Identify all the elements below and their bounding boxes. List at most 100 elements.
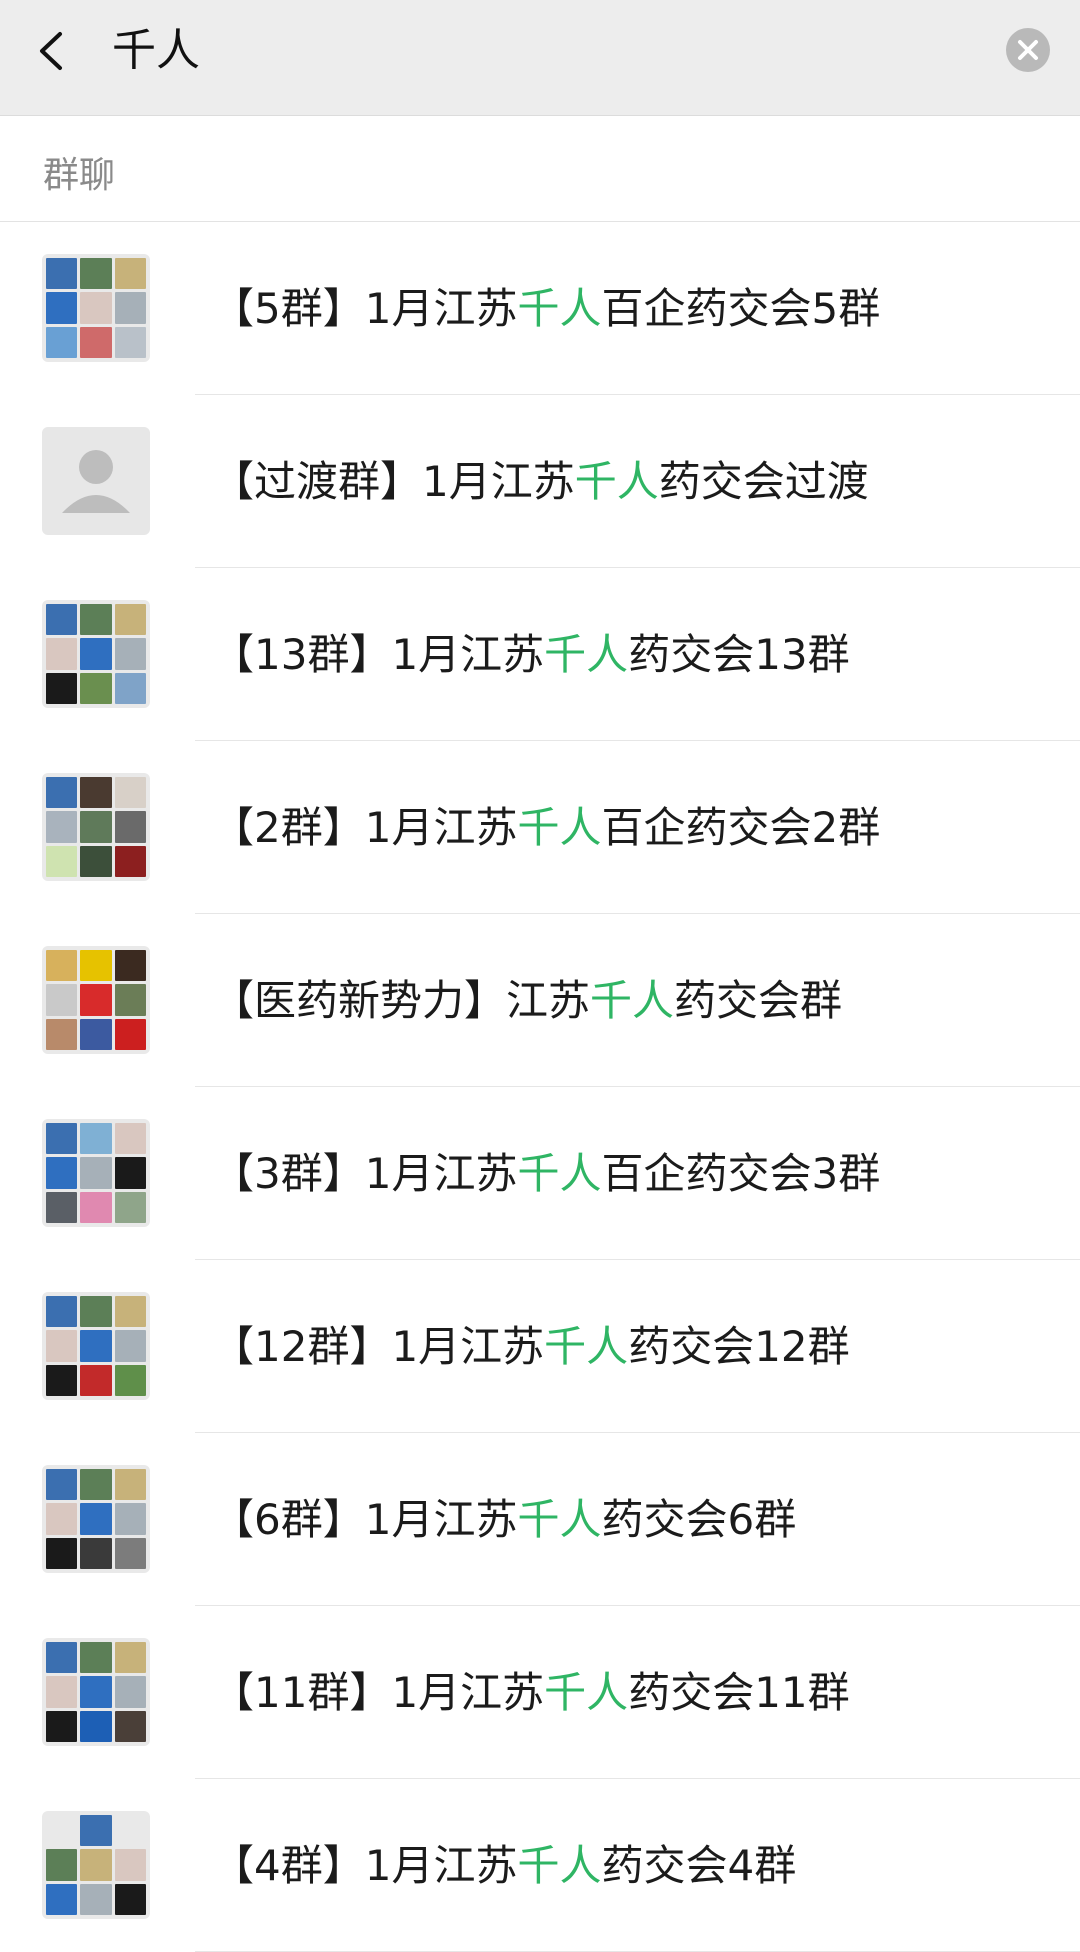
group-chat-result[interactable]: 【4群】1月江苏千人药交会4群 [0, 1779, 1080, 1952]
title-suffix: 药交会12群 [628, 1322, 850, 1371]
member-avatar-tile [80, 1676, 112, 1708]
member-avatar-tile [46, 1364, 78, 1396]
member-avatar-tile [114, 672, 146, 704]
member-avatar-tile [80, 1849, 112, 1881]
title-suffix: 药交会11群 [628, 1668, 850, 1717]
member-avatar-tile [114, 777, 146, 809]
clear-search-button[interactable] [1006, 28, 1050, 72]
member-avatar-tile [114, 1710, 146, 1742]
group-avatar [42, 254, 150, 362]
member-avatar-tile [80, 1018, 112, 1050]
title-suffix: 百企药交会5群 [601, 284, 881, 333]
member-avatar-tile [114, 1018, 146, 1050]
title-suffix: 药交会6群 [601, 1495, 797, 1544]
group-chat-result[interactable]: 【11群】1月江苏千人药交会11群 [0, 1606, 1080, 1779]
group-chat-title: 【过渡群】1月江苏千人药交会过渡 [212, 395, 869, 568]
title-prefix: 【5群】1月江苏 [212, 284, 518, 333]
member-avatar-tile [80, 1503, 112, 1535]
member-avatar-tile [80, 1330, 112, 1362]
group-avatar [42, 946, 150, 1054]
member-avatar-tile [114, 1883, 146, 1915]
member-avatar-tile [114, 1676, 146, 1708]
section-header-group-chats: 群聊 [0, 116, 1080, 222]
member-avatar-tile [46, 292, 78, 324]
member-avatar-tile [46, 258, 78, 290]
group-chat-result[interactable]: 【医药新势力】江苏千人药交会群 [0, 914, 1080, 1087]
title-prefix: 【6群】1月江苏 [212, 1495, 518, 1544]
title-suffix: 药交会13群 [628, 630, 850, 679]
member-avatar-tile [114, 1296, 146, 1328]
back-arrow-icon[interactable] [30, 28, 76, 74]
search-match-highlight: 千人 [517, 284, 602, 333]
member-avatar-tile [114, 1330, 146, 1362]
member-avatar-tile [46, 1815, 78, 1847]
member-avatar-tile [46, 845, 78, 877]
group-chat-title: 【3群】1月江苏千人百企药交会3群 [212, 1087, 880, 1260]
member-avatar-tile [80, 1123, 112, 1155]
group-avatar [42, 1811, 150, 1919]
title-suffix: 百企药交会2群 [601, 803, 881, 852]
member-avatar-tile [46, 1018, 78, 1050]
group-avatar [42, 773, 150, 881]
member-avatar-tile [114, 1537, 146, 1569]
title-prefix: 【3群】1月江苏 [212, 1149, 518, 1198]
member-avatar-tile [114, 950, 146, 982]
title-prefix: 【2群】1月江苏 [212, 803, 518, 852]
member-avatar-tile [80, 1710, 112, 1742]
member-avatar-tile [46, 1503, 78, 1535]
member-avatar-tile [46, 1676, 78, 1708]
member-avatar-tile [46, 1849, 78, 1881]
search-match-highlight: 千人 [590, 976, 675, 1025]
member-avatar-tile [46, 1296, 78, 1328]
title-prefix: 【13群】1月江苏 [212, 630, 545, 679]
member-avatar-tile [114, 845, 146, 877]
search-input[interactable]: 千人 [112, 26, 200, 76]
member-avatar-tile [114, 984, 146, 1016]
member-avatar-tile [114, 292, 146, 324]
member-avatar-tile [114, 638, 146, 670]
group-chat-result[interactable]: 【5群】1月江苏千人百企药交会5群 [0, 222, 1080, 395]
default-avatar-icon [42, 427, 150, 535]
member-avatar-tile [46, 1157, 78, 1189]
group-chat-title: 【4群】1月江苏千人药交会4群 [212, 1779, 796, 1952]
title-prefix: 【12群】1月江苏 [212, 1322, 545, 1371]
group-chat-title: 【6群】1月江苏千人药交会6群 [212, 1433, 796, 1606]
group-chat-title: 【2群】1月江苏千人百企药交会2群 [212, 741, 880, 914]
member-avatar-tile [80, 326, 112, 358]
group-avatar [42, 1119, 150, 1227]
member-avatar-tile [114, 811, 146, 843]
group-avatar [42, 600, 150, 708]
group-chat-result[interactable]: 【2群】1月江苏千人百企药交会2群 [0, 741, 1080, 914]
search-match-highlight: 千人 [544, 630, 629, 679]
member-avatar-tile [114, 1642, 146, 1674]
member-avatar-tile [80, 604, 112, 636]
search-bar: 千人 [0, 0, 1080, 116]
title-prefix: 【医药新势力】江苏 [212, 976, 591, 1025]
member-avatar-tile [80, 672, 112, 704]
member-avatar-tile [46, 326, 78, 358]
member-avatar-tile [46, 638, 78, 670]
group-chat-title: 【12群】1月江苏千人药交会12群 [212, 1260, 850, 1433]
title-suffix: 药交会4群 [601, 1841, 797, 1890]
member-avatar-tile [114, 1123, 146, 1155]
member-avatar-tile [114, 604, 146, 636]
group-chat-result[interactable]: 【12群】1月江苏千人药交会12群 [0, 1260, 1080, 1433]
group-chat-result[interactable]: 【6群】1月江苏千人药交会6群 [0, 1433, 1080, 1606]
member-avatar-tile [114, 1469, 146, 1501]
member-avatar-tile [46, 1191, 78, 1223]
member-avatar-tile [114, 326, 146, 358]
member-avatar-tile [46, 672, 78, 704]
group-chat-result[interactable]: 【13群】1月江苏千人药交会13群 [0, 568, 1080, 741]
member-avatar-tile [46, 1123, 78, 1155]
group-chat-result[interactable]: 【3群】1月江苏千人百企药交会3群 [0, 1087, 1080, 1260]
group-chat-result[interactable]: 【过渡群】1月江苏千人药交会过渡 [0, 395, 1080, 568]
group-chat-title: 【13群】1月江苏千人药交会13群 [212, 568, 850, 741]
search-match-highlight: 千人 [517, 1495, 602, 1544]
member-avatar-tile [80, 1157, 112, 1189]
title-suffix: 药交会过渡 [658, 457, 869, 506]
member-avatar-tile [80, 638, 112, 670]
member-avatar-tile [80, 845, 112, 877]
member-avatar-tile [46, 811, 78, 843]
search-match-highlight: 千人 [517, 1149, 602, 1198]
member-avatar-tile [80, 1642, 112, 1674]
